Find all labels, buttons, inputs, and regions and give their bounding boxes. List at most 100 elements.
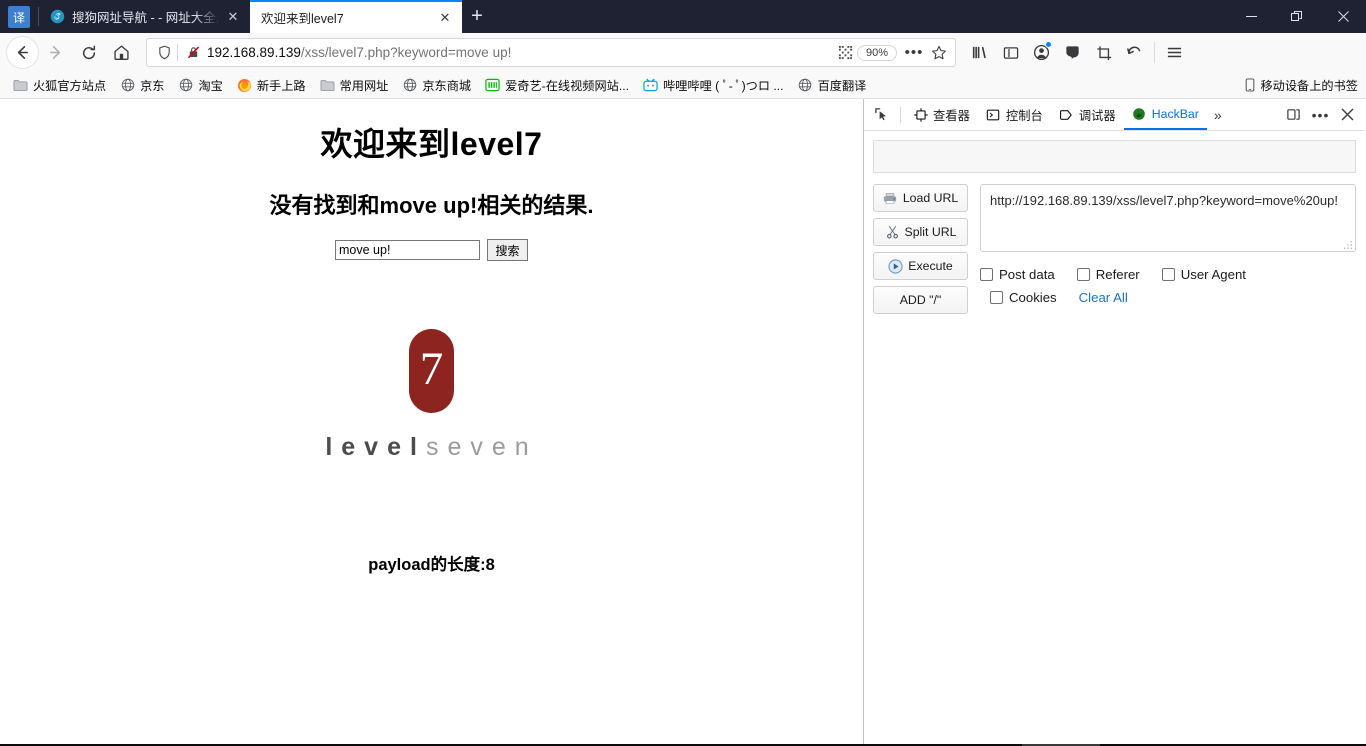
split-url-button[interactable]: Split URL xyxy=(873,218,968,246)
globe-icon xyxy=(797,77,814,93)
checkbox-label: User Agent xyxy=(1180,267,1246,282)
mobile-icon xyxy=(1242,77,1258,93)
sidebar-icon[interactable] xyxy=(995,37,1026,68)
search-button[interactable]: 搜索 xyxy=(487,239,528,261)
devtools-meatball-icon[interactable]: ••• xyxy=(1307,101,1334,129)
checkbox-box[interactable] xyxy=(1076,268,1090,281)
bookmark-label: 常用网址 xyxy=(339,79,389,93)
tab-label: 查看器 xyxy=(933,108,970,123)
post-data-checkbox[interactable]: Post data xyxy=(980,267,1055,282)
hackbar-icon xyxy=(1132,106,1147,121)
pocket-icon[interactable] xyxy=(1057,37,1088,68)
no-result-message: 没有找到和move up!相关的结果. xyxy=(269,193,594,218)
forward-button[interactable] xyxy=(39,36,72,69)
zoom-level-badge[interactable]: 90% xyxy=(856,44,897,61)
new-tab-button[interactable]: + xyxy=(462,1,492,31)
referer-checkbox[interactable]: Referer xyxy=(1076,267,1140,282)
web-page-viewport: 欢迎来到level7 没有找到和move up!相关的结果. 搜索 7 leve… xyxy=(0,99,864,744)
close-icon[interactable]: ✕ xyxy=(224,8,242,26)
toolbar-icons xyxy=(964,37,1190,68)
bookmark-item[interactable]: 京东商城 xyxy=(395,74,477,96)
user-agent-checkbox[interactable]: User Agent xyxy=(1161,267,1246,282)
tab-console[interactable]: 控制台 xyxy=(978,99,1051,130)
account-notification-dot xyxy=(1045,41,1052,48)
bookmark-item[interactable]: 京东 xyxy=(113,74,170,96)
hackbar-button-column: Load URL Split URL Execute ADD "/" xyxy=(873,184,968,314)
page-actions-icon[interactable]: ••• xyxy=(901,44,927,61)
bookmark-item[interactable]: 哔哩哔哩 ( ﾟ- ﾟ)つロ ... xyxy=(636,74,790,96)
bookmark-item[interactable]: 常用网址 xyxy=(313,74,395,96)
tab-debugger[interactable]: 调试器 xyxy=(1051,99,1124,130)
globe-icon xyxy=(401,77,418,93)
mobile-bookmarks-item[interactable]: 移动设备上的书签 xyxy=(1242,76,1359,94)
url-host: 192.168.89.139 xyxy=(207,45,301,60)
tab-label: 调试器 xyxy=(1078,108,1116,123)
maximize-button[interactable] xyxy=(1274,0,1320,33)
hackbar-body: Load URL Split URL Execute ADD "/" http:… xyxy=(864,173,1365,314)
devtools-panel: 查看器 控制台 调试器 HackBar » ••• Load URL Split… xyxy=(864,99,1365,744)
hackbar-options: Post data Referer User Agent Cookies Cle… xyxy=(980,267,1356,305)
folder-icon xyxy=(12,77,29,93)
insecure-lock-icon[interactable] xyxy=(183,45,203,60)
mobile-bookmarks-label: 移动设备上的书签 xyxy=(1260,79,1359,93)
tab-title: 欢迎来到level7 xyxy=(261,12,344,26)
search-input[interactable] xyxy=(335,240,480,260)
button-label: Execute xyxy=(908,259,953,273)
minimize-button[interactable] xyxy=(1228,0,1274,33)
cookies-checkbox[interactable]: Cookies xyxy=(990,290,1057,305)
devtools-close-icon[interactable] xyxy=(1334,101,1361,129)
hackbar-top-field[interactable] xyxy=(873,140,1356,173)
bookmark-item[interactable]: 新手上路 xyxy=(230,74,312,96)
tab-hackbar[interactable]: HackBar xyxy=(1123,99,1207,130)
bookmark-item[interactable]: 百度翻译 xyxy=(791,74,873,96)
library-icon[interactable] xyxy=(964,37,995,68)
tab-label: 控制台 xyxy=(1005,108,1043,123)
url-path: /xss/level7.php?keyword=move up! xyxy=(300,45,512,60)
add-slash-button[interactable]: ADD "/" xyxy=(873,286,968,314)
qr-code-icon[interactable] xyxy=(835,45,857,60)
console-icon xyxy=(986,107,1001,122)
bookmark-star-icon[interactable] xyxy=(927,45,951,61)
back-button[interactable] xyxy=(6,36,39,69)
devtools-overflow-icon[interactable]: » xyxy=(1207,107,1229,123)
browser-tab-level7[interactable]: 欢迎来到level7 ✕ xyxy=(250,0,462,33)
bookmark-item[interactable]: 淘宝 xyxy=(172,74,229,96)
execute-button[interactable]: Execute xyxy=(873,252,968,280)
resize-grip-icon[interactable] xyxy=(1344,241,1353,250)
logo-text: levelseven xyxy=(325,433,537,462)
close-button[interactable] xyxy=(1320,0,1366,33)
bookmark-label: 哔哩哔哩 ( ﾟ- ﾟ)つロ ... xyxy=(663,79,784,93)
button-label: Load URL xyxy=(902,191,959,205)
shield-icon[interactable] xyxy=(153,45,175,60)
checkbox-box[interactable] xyxy=(1161,268,1175,281)
browser-tab-sogou[interactable]: 搜狗网址导航 - - 网址大全,实用 ✕ xyxy=(38,0,250,33)
tab-inspector[interactable]: 查看器 xyxy=(905,99,978,130)
home-button[interactable] xyxy=(105,36,138,69)
url-textarea[interactable]: http://192.168.89.139/xss/level7.php?key… xyxy=(980,184,1356,252)
inspector-icon xyxy=(913,107,928,122)
sync-icon[interactable] xyxy=(1119,37,1150,68)
url-bar[interactable]: 192.168.89.139/xss/level7.php?keyword=mo… xyxy=(146,38,956,67)
checkbox-box[interactable] xyxy=(980,268,993,281)
bookmark-item[interactable]: 火狐官方站点 xyxy=(6,74,112,96)
tab-title: 搜狗网址导航 - - 网址大全,实用 xyxy=(72,11,220,25)
load-url-button[interactable]: Load URL xyxy=(873,184,968,212)
dock-icon[interactable] xyxy=(1280,101,1307,129)
checkbox-box[interactable] xyxy=(990,291,1003,304)
execute-icon xyxy=(888,258,903,274)
button-label: ADD "/" xyxy=(899,293,942,307)
menu-icon[interactable] xyxy=(1159,37,1190,68)
logo-text-seven: seven xyxy=(425,433,538,461)
account-icon[interactable] xyxy=(1026,37,1057,68)
split-url-icon xyxy=(885,225,900,240)
bookmark-item[interactable]: 爱奇艺-在线视频网站... xyxy=(478,74,635,96)
title-bar: 译 搜狗网址导航 - - 网址大全,实用 ✕ 欢迎来到level7 ✕ + xyxy=(0,0,1366,33)
clear-all-link[interactable]: Clear All xyxy=(1079,290,1128,305)
level-logo: 7 levelseven xyxy=(0,329,863,462)
reload-button[interactable] xyxy=(72,36,105,69)
translate-badge[interactable]: 译 xyxy=(8,6,30,28)
close-icon[interactable]: ✕ xyxy=(436,9,454,27)
bookmark-label: 京东商城 xyxy=(422,79,472,93)
element-picker-icon[interactable] xyxy=(866,101,896,129)
screenshot-icon[interactable] xyxy=(1088,37,1119,68)
